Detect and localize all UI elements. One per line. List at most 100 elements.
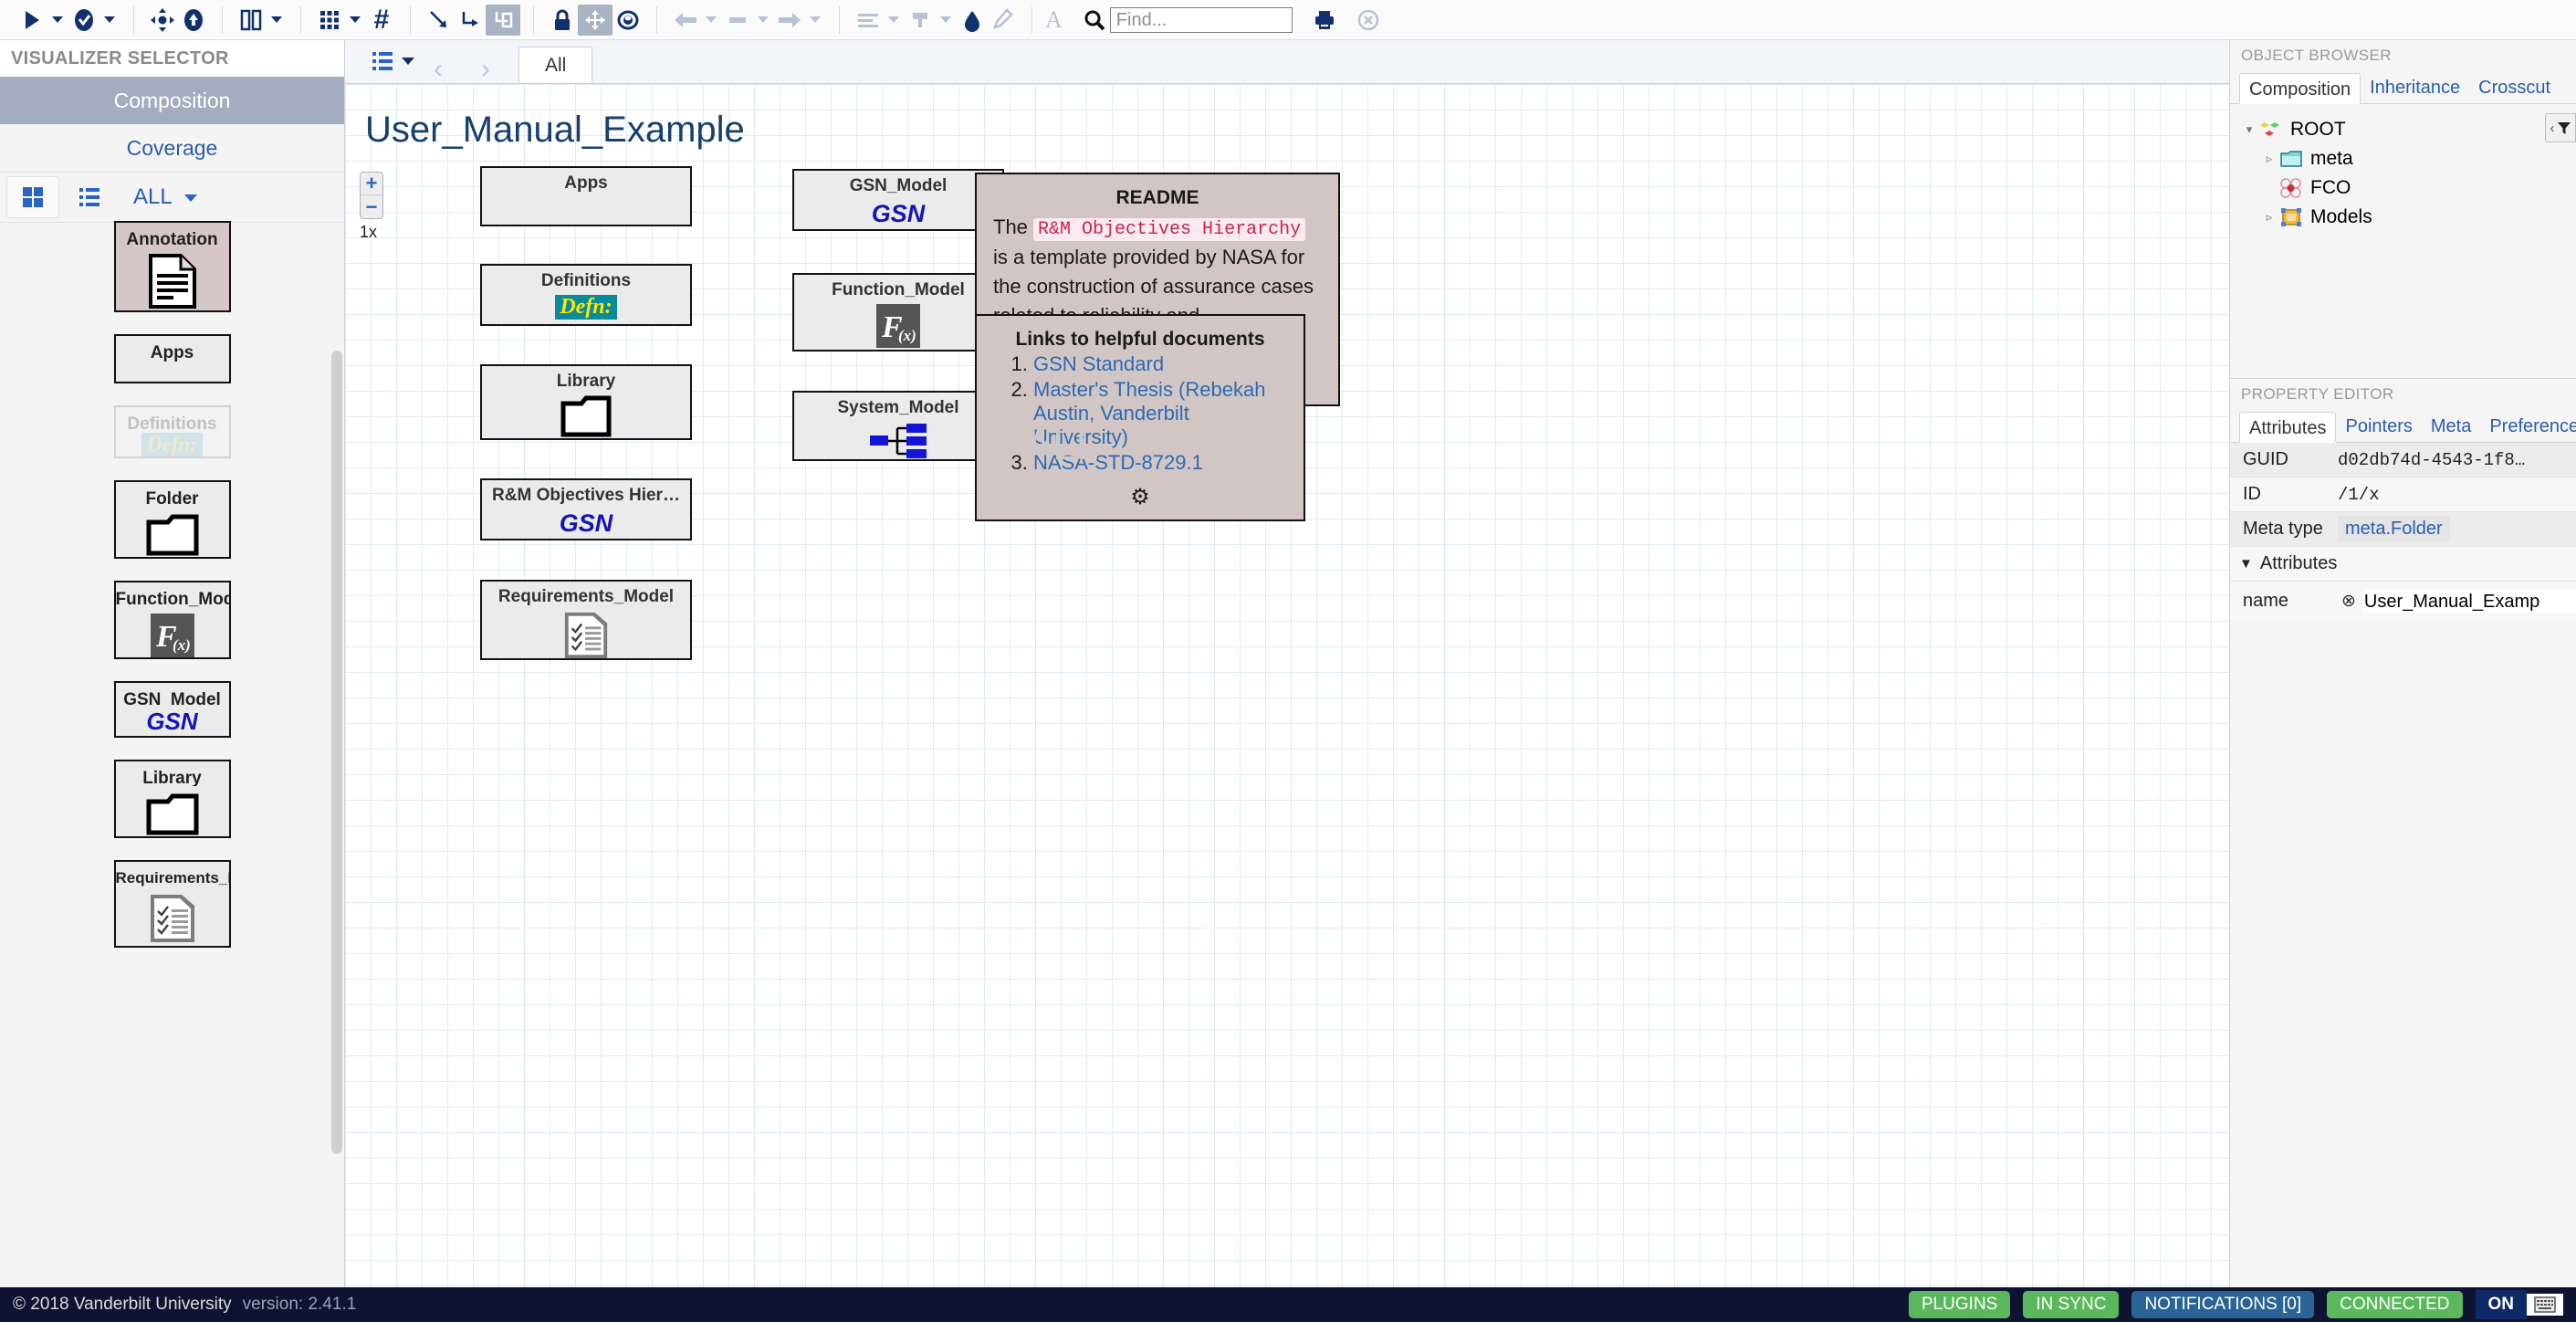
tab-next-button[interactable]: › (462, 56, 509, 83)
check-dropdown-caret[interactable] (104, 16, 115, 23)
parts-filter-dropdown[interactable]: ALL (133, 184, 198, 210)
print-icon[interactable] (1309, 5, 1340, 36)
hash-icon[interactable]: # (366, 5, 397, 36)
pencil-icon[interactable] (988, 5, 1019, 36)
node-library[interactable]: Library (480, 364, 692, 440)
split-panel-caret[interactable] (271, 16, 282, 23)
forward-caret[interactable] (810, 16, 821, 23)
node-system-model[interactable]: System_Model (792, 391, 1004, 461)
eye-icon[interactable] (613, 5, 644, 36)
part-item-gsn-model[interactable]: GSN_Model GSN (113, 681, 231, 738)
tab-meta[interactable]: Meta (2422, 411, 2480, 442)
check-oval-icon[interactable] (68, 5, 99, 36)
tree-node-models[interactable]: ▹ Models (2236, 203, 2576, 232)
part-item-folder[interactable]: Folder (113, 480, 231, 559)
zoom-out-button[interactable]: − (361, 195, 382, 218)
back-arrow-icon[interactable] (670, 5, 701, 36)
tab-crosscut[interactable]: Crosscut (2469, 72, 2560, 103)
parts-scrollbar[interactable] (331, 351, 342, 1154)
tab-composition[interactable]: Composition (2239, 73, 2361, 104)
fill-icon[interactable] (957, 5, 988, 36)
tab-inheritance[interactable]: Inheritance (2361, 72, 2469, 103)
diagram-canvas[interactable]: User_Manual_Example + − 1x Apps Definiti… (345, 84, 2229, 1287)
keyboard-icon[interactable] (2527, 1294, 2563, 1316)
font-letter-icon[interactable]: A (1045, 6, 1063, 34)
run-dropdown-caret[interactable] (52, 16, 63, 23)
run-icon[interactable] (16, 5, 47, 36)
tab-preferences[interactable]: Preferences (2480, 411, 2576, 442)
attribute-row-name[interactable]: name ⊗ User_Manual_Examp (2230, 582, 2576, 620)
tab-list-dropdown[interactable] (371, 39, 414, 83)
expander-icon[interactable]: ▹ (2259, 210, 2279, 225)
document-icon (148, 254, 197, 309)
grid-icon[interactable] (314, 5, 345, 36)
property-row-guid[interactable]: GUID d02db74d-4543-1f8… (2230, 443, 2576, 477)
align-caret[interactable] (888, 16, 899, 23)
gear-icon[interactable]: ⚙ (993, 484, 1287, 510)
keyboard-toggle[interactable]: ON (2475, 1290, 2563, 1319)
parts-list[interactable]: Annotation Apps Definitions Defn: Folder (0, 212, 344, 1287)
zoom-controls[interactable]: + − (360, 172, 383, 219)
object-tree[interactable]: ▾ ROOT ▹ meta FCO ▹ Models ‹ (2230, 104, 2576, 378)
node-apps[interactable]: Apps (480, 166, 692, 226)
property-row-id[interactable]: ID /1/x (2230, 477, 2576, 512)
status-badge-plugins[interactable]: PLUGINS (1908, 1291, 2011, 1318)
list-item[interactable]: GSN Standard (1033, 352, 1287, 376)
minus-caret[interactable] (758, 16, 769, 23)
part-item-definitions[interactable]: Definitions Defn: (113, 405, 231, 458)
back-caret[interactable] (706, 16, 717, 23)
toolbar-group-format (853, 5, 1019, 36)
cancel-icon[interactable] (1353, 5, 1384, 36)
elbow-connector-icon[interactable] (455, 5, 486, 36)
status-badge-notifications[interactable]: NOTIFICATIONS [0] (2131, 1291, 2315, 1318)
zoom-in-button[interactable]: + (361, 173, 382, 195)
tab-pointers[interactable]: Pointers (2336, 411, 2421, 442)
node-requirements-model[interactable]: Requirements_Model (480, 580, 692, 660)
minus-icon[interactable] (722, 5, 753, 36)
tab-attributes[interactable]: Attributes (2239, 412, 2337, 443)
filter-icon[interactable]: ‹ (2545, 113, 2576, 142)
part-item-annotation[interactable]: Annotation (113, 221, 231, 312)
search-icon[interactable] (1079, 5, 1110, 36)
split-panel-icon[interactable] (236, 5, 267, 36)
status-badge-in-sync[interactable]: IN SYNC (2023, 1291, 2120, 1318)
expander-icon[interactable]: ▾ (2239, 122, 2259, 137)
node-definitions[interactable]: Definitions Defn: (480, 264, 692, 326)
routing-icon[interactable] (486, 4, 520, 36)
visualizer-item-coverage[interactable]: Coverage (0, 124, 344, 172)
name-field[interactable]: User_Manual_Examp (2362, 589, 2576, 613)
status-badge-connected[interactable]: CONNECTED (2327, 1291, 2463, 1318)
expander-icon[interactable]: ▹ (2259, 152, 2279, 166)
lock-icon[interactable] (547, 5, 578, 36)
part-item-library[interactable]: Library (113, 760, 231, 838)
links-box[interactable]: Links to helpful documents GSN Standard … (975, 314, 1305, 521)
link-gsn-standard[interactable]: GSN Standard (1033, 352, 1164, 375)
crosshair-icon[interactable] (147, 5, 178, 36)
visualizer-item-composition[interactable]: Composition (0, 77, 344, 124)
part-item-apps[interactable]: Apps (113, 334, 231, 383)
search-input[interactable]: Find... (1109, 6, 1293, 33)
toolbar-divider (133, 5, 134, 34)
tab-all[interactable]: All (518, 47, 593, 83)
brush-icon[interactable] (905, 5, 936, 36)
brush-caret[interactable] (940, 16, 951, 23)
move-icon[interactable] (578, 4, 613, 36)
property-value-link[interactable]: meta.Folder (2338, 516, 2450, 541)
part-item-function-model[interactable]: Function_Model F(x) (113, 581, 231, 659)
diagonal-line-icon[interactable] (424, 5, 455, 36)
attributes-section-header[interactable]: ▼ Attributes (2230, 547, 2576, 582)
tree-node-meta[interactable]: ▹ meta (2236, 144, 2576, 173)
up-arrow-oval-icon[interactable] (178, 5, 209, 36)
align-icon[interactable] (853, 5, 884, 36)
tree-node-root[interactable]: ▾ ROOT (2236, 115, 2576, 144)
node-gsn-model[interactable]: GSN_Model GSN (792, 169, 1004, 231)
clear-icon[interactable]: ⊗ (2341, 591, 2356, 612)
tab-prev-button[interactable]: ‹ (414, 56, 462, 83)
forward-arrow-icon[interactable] (774, 5, 805, 36)
grid-caret[interactable] (350, 16, 361, 23)
node-function-model[interactable]: Function_Model F (x) (792, 273, 1004, 351)
property-row-meta-type[interactable]: Meta type meta.Folder (2230, 512, 2576, 547)
node-rm-objectives-hierarchy[interactable]: R&M Objectives Hier… GSN (480, 478, 692, 540)
part-item-requirements-model[interactable]: Requirements_Model (113, 860, 231, 948)
tree-node-fco[interactable]: FCO (2236, 173, 2576, 203)
